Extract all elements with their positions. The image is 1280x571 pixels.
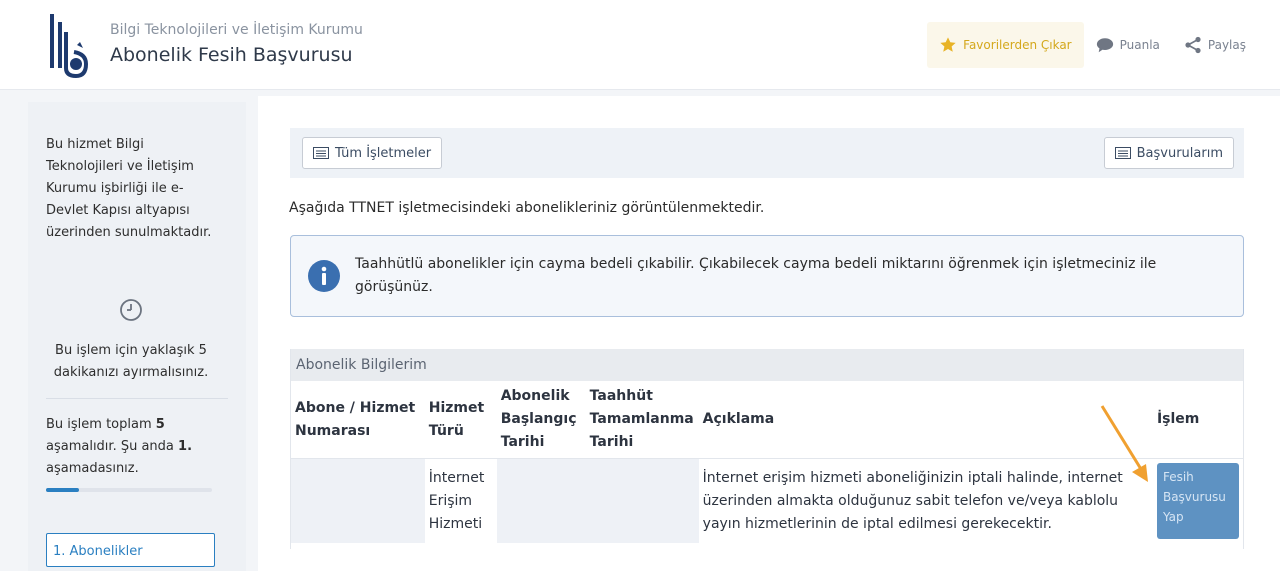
favorite-remove-label: Favorilerden Çıkar [963, 38, 1072, 52]
info-text: Taahhütlü abonelikler için cayma bedeli … [355, 256, 1157, 295]
steps-prefix: Bu işlem toplam [46, 417, 156, 432]
steps-suffix: aşamadasınız. [46, 461, 139, 476]
page-header: Bilgi Teknolojileri ve İletişim Kurumu A… [0, 0, 1280, 90]
star-icon [939, 36, 957, 54]
btk-logo [50, 14, 89, 78]
step-progress-fill [46, 488, 80, 492]
my-applications-button[interactable]: Başvurularım [1103, 137, 1234, 169]
col-header-service-type: Hizmet Türü [424, 381, 497, 459]
duration-text: Bu işlem için yaklaşık 5 dakikanızı ayır… [53, 343, 209, 380]
current-step-item[interactable]: 1. Abonelikler [46, 533, 215, 567]
service-info-text: Bu hizmet Bilgi Teknolojileri ve İletişi… [46, 137, 212, 240]
main-content: Tüm İşletmeler Başvurularım Aşağıda TTNE… [258, 96, 1280, 571]
speech-bubble-icon [1096, 36, 1114, 54]
steps-middle: aşamalıdır. Şu anda [46, 439, 179, 454]
rate-label: Puanla [1119, 38, 1160, 52]
termination-request-button[interactable]: Fesih Başvurusu Yap [1156, 463, 1239, 539]
toolbar: Tüm İşletmeler Başvurularım [290, 128, 1244, 178]
cell-start-date [496, 458, 586, 543]
col-header-start-date: Abonelik Başlangıç Tarihi [496, 381, 586, 459]
steps-current: 1. [178, 439, 193, 454]
page-title: Abonelik Fesih Başvurusu [110, 44, 353, 66]
col-header-commitment-end: Taahhüt Tamamlanma Tarihi [585, 381, 699, 459]
info-icon [308, 260, 340, 292]
list-icon [313, 147, 329, 159]
col-header-action: İşlem [1152, 381, 1243, 459]
col-header-number: Abone / Hizmet Numarası [291, 381, 425, 459]
favorite-remove-button[interactable]: Favorilerden Çıkar [927, 22, 1084, 68]
steps-text: Bu işlem toplam 5 aşamalıdır. Şu anda 1.… [46, 414, 226, 480]
list-icon [1114, 147, 1131, 159]
panel-title: Abonelik Bilgilerim [291, 349, 1243, 381]
info-alert: Taahhütlü abonelikler için cayma bedeli … [290, 235, 1244, 317]
steps-total: 5 [155, 417, 165, 432]
all-operators-button[interactable]: Tüm İşletmeler [302, 137, 443, 169]
cell-service-type: İnternet Erişim Hizmeti [424, 458, 497, 543]
share-button[interactable]: Paylaş [1172, 22, 1258, 68]
sidebar: Bu hizmet Bilgi Teknolojileri ve İletişi… [28, 102, 246, 571]
share-label: Paylaş [1207, 38, 1246, 52]
header-actions: Favorilerden Çıkar Puanla Paylaş [927, 22, 1258, 68]
step-progress-bar [46, 488, 212, 492]
share-icon [1184, 36, 1202, 54]
pointer-arrow-icon [1100, 405, 1148, 482]
sidebar-divider [46, 398, 228, 399]
my-applications-label: Başvurularım [1136, 145, 1223, 161]
org-name: Bilgi Teknolojileri ve İletişim Kurumu [110, 22, 363, 38]
rate-button[interactable]: Puanla [1084, 22, 1172, 68]
clock-icon [120, 299, 142, 321]
cell-action: Fesih Başvurusu Yap [1152, 458, 1243, 543]
all-operators-label: Tüm İşletmeler [335, 145, 432, 161]
intro-text: Aşağıda TTNET işletmecisindeki abonelikl… [289, 200, 765, 216]
col-header-description: Açıklama [698, 381, 1153, 459]
cell-number [291, 458, 425, 543]
cell-description: İnternet erişim hizmeti aboneliğinizin i… [698, 458, 1153, 543]
cell-commitment-end [585, 458, 699, 543]
